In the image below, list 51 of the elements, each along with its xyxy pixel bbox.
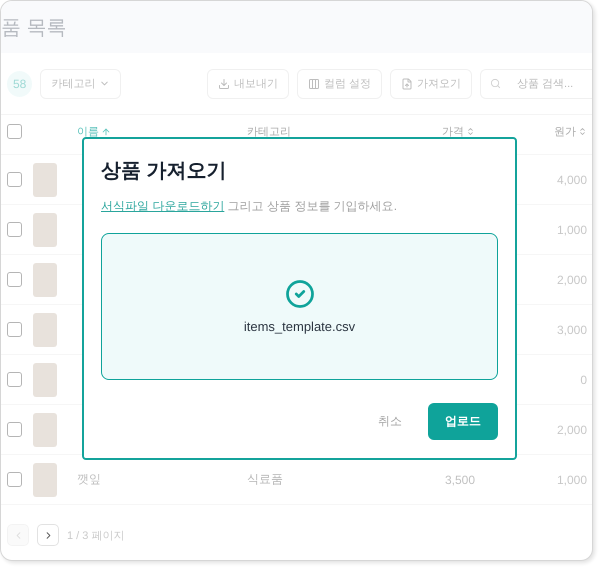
table-cell-text: 식료품: [247, 471, 284, 488]
arrow-up-icon: [101, 126, 111, 136]
category-filter-dropdown[interactable]: 카테고리: [40, 68, 122, 98]
upload-button[interactable]: 업로드: [428, 403, 498, 440]
table-cell-text: 2,000: [556, 272, 587, 286]
photo-placeholder: [33, 362, 57, 396]
table-cell-text: 2,000: [556, 422, 587, 436]
photo-placeholder: [33, 162, 57, 196]
sort-icon: [578, 127, 587, 136]
row-checkbox[interactable]: [7, 322, 22, 337]
row-checkbox[interactable]: [7, 222, 22, 237]
table-cell-text: 3,500: [444, 472, 475, 486]
table-cell-text: 3,000: [556, 322, 587, 336]
table-cell-text: 0: [579, 372, 587, 386]
file-name: items_template.csv: [244, 319, 356, 334]
sort-icon: [466, 127, 475, 136]
table-cell-text: 1,000: [556, 222, 587, 236]
table-cell-text: 1,000: [556, 472, 587, 486]
export-button[interactable]: 내보내기: [206, 68, 289, 98]
template-download-link[interactable]: 서식파일 다운로드하기: [101, 199, 224, 213]
photo-placeholder: [33, 262, 57, 296]
search-icon: [490, 78, 501, 88]
photo-placeholder: [33, 412, 57, 446]
row-checkbox[interactable]: [7, 272, 22, 287]
table-cell-text: 4,000: [556, 172, 587, 186]
row-checkbox[interactable]: [7, 422, 22, 437]
row-checkbox[interactable]: [7, 472, 22, 487]
import-button[interactable]: 가져오기: [390, 68, 472, 98]
columns-icon: [308, 78, 320, 90]
columns-button[interactable]: 컬럼 설정: [296, 68, 382, 98]
column-header[interactable]: 카테고리: [247, 124, 397, 139]
column-header[interactable]: 이름: [77, 124, 247, 139]
photo-placeholder: [33, 462, 57, 496]
instruction-text: 그리고 상품 정보를 기입하세요.: [228, 199, 398, 213]
photo-placeholder: [33, 312, 57, 346]
file-drop-zone[interactable]: items_template.csv: [101, 233, 498, 380]
file-upload-icon: [401, 78, 413, 90]
photo-placeholder: [33, 212, 57, 246]
next-page-button[interactable]: [37, 524, 59, 546]
select-all-checkbox[interactable]: [7, 124, 22, 139]
row-checkbox[interactable]: [7, 172, 22, 187]
table-cell-text: 깻잎: [77, 471, 102, 488]
download-icon: [218, 78, 230, 90]
search-field[interactable]: 상품 검색...: [480, 68, 592, 98]
column-header[interactable]: 원가: [475, 124, 587, 139]
cancel-button[interactable]: 취소: [374, 409, 406, 434]
dialog-title: 상품 가져오기: [101, 159, 228, 184]
row-checkbox[interactable]: [7, 372, 22, 387]
page-title: 품 목록: [1, 16, 67, 40]
column-header[interactable]: 가격: [397, 124, 475, 139]
item-count: 58: [7, 70, 32, 96]
